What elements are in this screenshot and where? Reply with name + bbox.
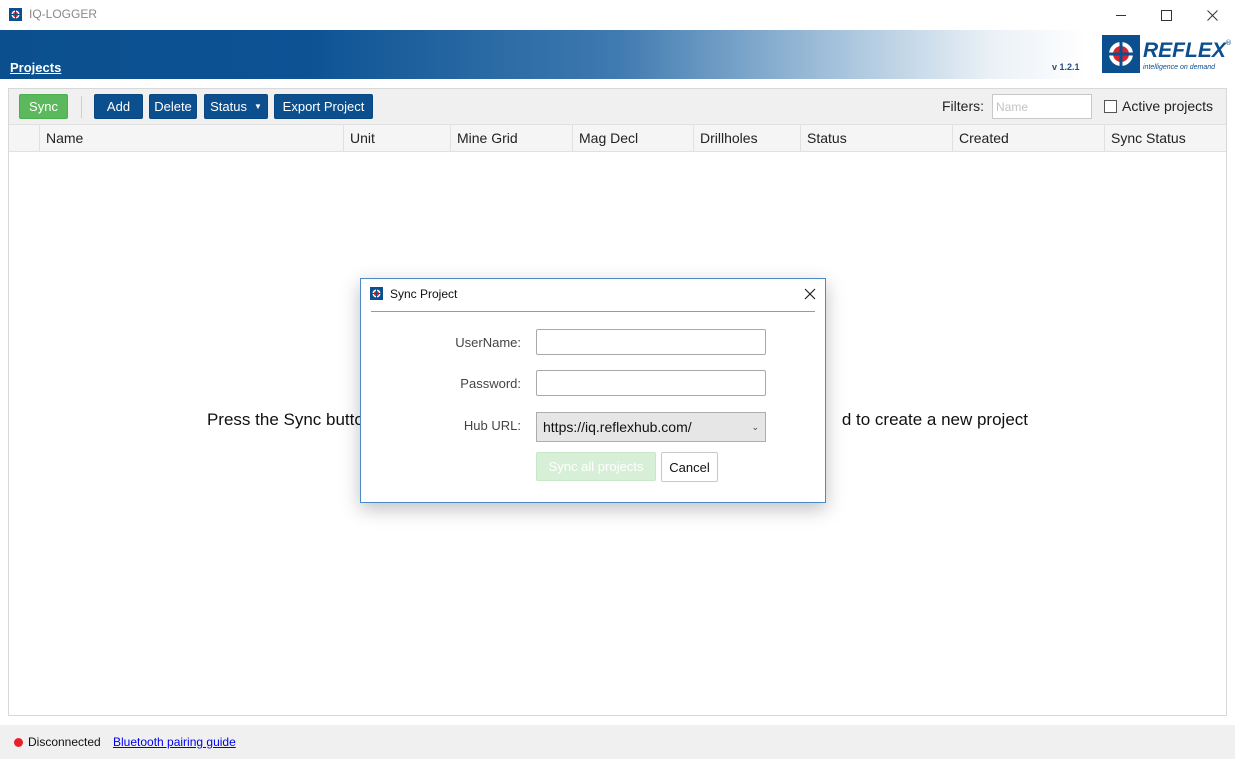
add-project-button[interactable]: Add bbox=[94, 94, 143, 119]
dialog-app-icon bbox=[370, 287, 383, 300]
hub-url-selected-value: https://iq.reflexhub.com/ bbox=[543, 419, 692, 435]
password-field[interactable] bbox=[536, 370, 766, 396]
window-title: IQ-LOGGER bbox=[29, 7, 98, 21]
delete-project-button[interactable]: Delete bbox=[149, 94, 197, 119]
close-icon bbox=[1206, 9, 1218, 21]
nav-projects-link[interactable]: Projects bbox=[10, 60, 61, 75]
logo-registered-mark: ® bbox=[1225, 39, 1232, 47]
toolbar: Sync Add Delete Status ▼ Export Project … bbox=[9, 89, 1226, 125]
column-header-drillholes[interactable]: Drillholes bbox=[693, 125, 800, 152]
empty-message-right-fragment: d to create a new project bbox=[841, 410, 1029, 429]
maximize-icon bbox=[1160, 9, 1172, 21]
minimize-button[interactable] bbox=[1098, 0, 1144, 30]
maximize-button[interactable] bbox=[1143, 0, 1189, 30]
row-selector-column-header[interactable] bbox=[9, 125, 39, 152]
app-logo-icon bbox=[9, 8, 22, 21]
dialog-close-button[interactable] bbox=[801, 285, 819, 303]
connection-status-text: Disconnected bbox=[28, 735, 101, 749]
bluetooth-pairing-guide-link[interactable]: Bluetooth pairing guide bbox=[113, 735, 236, 749]
column-header-created[interactable]: Created bbox=[952, 125, 1104, 152]
password-label: Password: bbox=[460, 376, 521, 391]
username-label: UserName: bbox=[455, 335, 521, 350]
sync-project-dialog: Sync Project UserName: Password: Hub URL… bbox=[360, 278, 826, 503]
status-dropdown-button[interactable]: Status ▼ bbox=[204, 94, 268, 119]
chevron-down-icon: ⌄ bbox=[751, 422, 759, 432]
column-header-status[interactable]: Status bbox=[800, 125, 952, 152]
dialog-divider bbox=[371, 311, 815, 312]
close-window-button[interactable] bbox=[1189, 0, 1235, 30]
export-project-button[interactable]: Export Project bbox=[274, 94, 373, 119]
table-header: Name Unit Mine Grid Mag Decl Drillholes … bbox=[9, 125, 1226, 152]
logo-tagline: intelligence on demand bbox=[1143, 64, 1215, 71]
sync-button[interactable]: Sync bbox=[19, 94, 68, 119]
hub-url-label: Hub URL: bbox=[463, 418, 521, 433]
column-header-unit[interactable]: Unit bbox=[343, 125, 450, 152]
column-header-mag-decl[interactable]: Mag Decl bbox=[572, 125, 693, 152]
status-dropdown-label: Status bbox=[210, 99, 247, 114]
column-header-mine-grid[interactable]: Mine Grid bbox=[450, 125, 572, 152]
minimize-icon bbox=[1115, 14, 1126, 16]
active-projects-label: Active projects bbox=[1122, 98, 1214, 114]
name-filter-input[interactable] bbox=[992, 94, 1092, 119]
sync-all-projects-button[interactable]: Sync all projects bbox=[536, 452, 656, 481]
header-banner: Projects v 1.2.1 REFLEX ® intelligence o… bbox=[0, 30, 1235, 79]
toolbar-divider bbox=[81, 96, 82, 118]
empty-message-left-fragment: Press the Sync butto bbox=[206, 410, 364, 429]
column-header-sync-status[interactable]: Sync Status bbox=[1104, 125, 1226, 152]
reflex-logo: REFLEX ® intelligence on demand bbox=[1102, 33, 1234, 75]
dialog-title: Sync Project bbox=[390, 287, 458, 301]
reflex-crosshair-icon bbox=[1102, 35, 1140, 73]
logo-wordmark: REFLEX bbox=[1143, 39, 1226, 62]
status-bar: Disconnected Bluetooth pairing guide bbox=[0, 725, 1235, 759]
caret-down-icon: ▼ bbox=[253, 102, 262, 111]
connection-status-dot-icon bbox=[14, 738, 23, 747]
close-icon bbox=[804, 288, 816, 300]
app-version: v 1.2.1 bbox=[1052, 62, 1080, 72]
cancel-button[interactable]: Cancel bbox=[661, 452, 718, 482]
window-titlebar: IQ-LOGGER bbox=[0, 0, 1235, 30]
hub-url-select[interactable]: https://iq.reflexhub.com/ ⌄ bbox=[536, 412, 766, 442]
username-field[interactable] bbox=[536, 329, 766, 355]
active-projects-checkbox[interactable] bbox=[1104, 100, 1117, 113]
column-header-name[interactable]: Name bbox=[39, 125, 343, 152]
filters-label: Filters: bbox=[942, 98, 984, 114]
